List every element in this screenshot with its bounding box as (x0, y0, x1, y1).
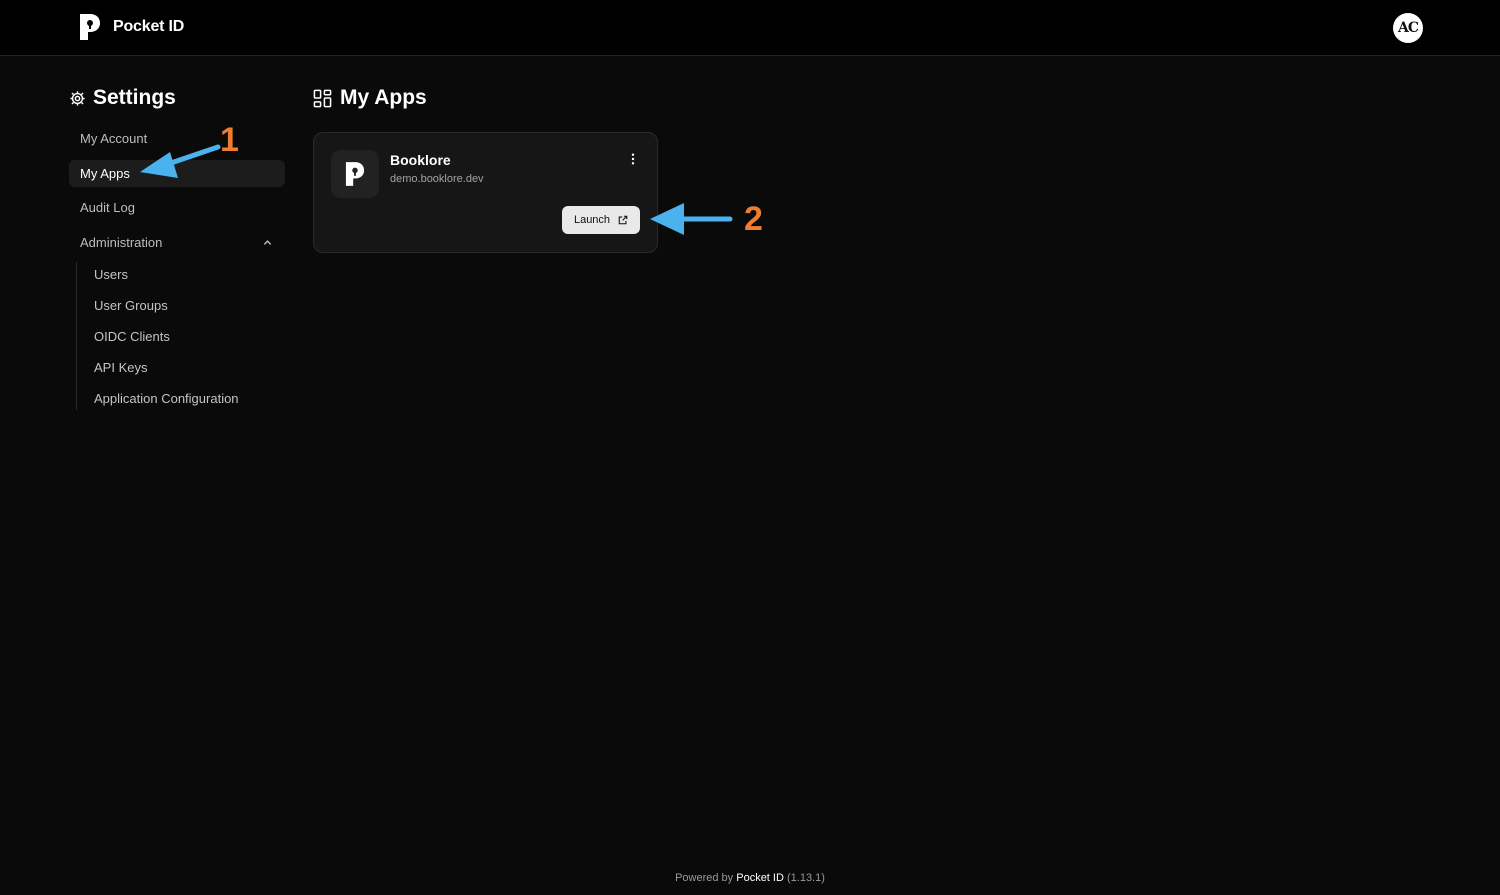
annotation-number-2: 2 (744, 200, 763, 238)
footer-prefix: Powered by (675, 872, 734, 884)
app-url: demo.booklore.dev (390, 173, 484, 185)
booklore-logo-icon (345, 162, 365, 186)
submenu-divider (76, 262, 77, 410)
kebab-dots-icon (631, 153, 635, 165)
launch-button-label: Launch (573, 214, 611, 226)
sidebar-subitem-api-keys[interactable]: API Keys (94, 357, 147, 377)
settings-title: Settings (93, 86, 176, 109)
app-logo (331, 150, 379, 198)
brand-link[interactable]: Pocket ID (79, 13, 184, 41)
brand-name: Pocket ID (113, 18, 185, 35)
page-title-text: My Apps (340, 86, 427, 109)
sidebar-item-my-apps[interactable]: My Apps (69, 160, 285, 187)
sidebar-item-my-account[interactable]: My Account (69, 125, 285, 152)
footer: Powered by Pocket ID (1.13.1) (0, 872, 1500, 884)
annotation-arrow-2 (650, 203, 733, 235)
sidebar-subitem-user-groups[interactable]: User Groups (94, 295, 168, 315)
sidebar-item-label: Audit Log (80, 200, 135, 215)
page-title: My Apps (313, 86, 427, 110)
page: Pocket ID AC Settings My Account My Apps… (0, 0, 1500, 895)
sidebar-item-label: My Apps (80, 166, 130, 181)
pocket-id-logo-icon (80, 14, 100, 40)
gear-icon (70, 90, 85, 106)
sidebar-item-label: My Account (80, 131, 148, 146)
settings-heading: Settings (69, 86, 176, 110)
sidebar-item-label: Administration (80, 235, 163, 250)
external-link-icon (618, 215, 628, 225)
launch-button[interactable]: Launch (562, 206, 640, 234)
chevron-up-icon[interactable] (262, 237, 273, 248)
app-name: Booklore (390, 152, 451, 168)
more-options-icon[interactable] (625, 151, 641, 167)
layout-grid-icon (313, 89, 332, 107)
footer-version: (1.13.1) (786, 872, 825, 884)
sidebar-subitem-users[interactable]: Users (94, 264, 128, 284)
user-avatar[interactable]: AC (1393, 13, 1423, 43)
footer-product-link[interactable]: Pocket ID (736, 872, 784, 884)
sidebar-subitem-oidc-clients[interactable]: OIDC Clients (94, 326, 170, 346)
sidebar-item-audit-log[interactable]: Audit Log (69, 194, 285, 221)
sidebar-item-administration[interactable]: Administration (69, 229, 285, 256)
annotation-number-1: 1 (220, 121, 239, 159)
sidebar-subitem-application-configuration[interactable]: Application Configuration (94, 388, 239, 408)
top-bar: Pocket ID AC (0, 0, 1500, 56)
app-card: Booklore demo.booklore.dev Launch (313, 132, 658, 253)
